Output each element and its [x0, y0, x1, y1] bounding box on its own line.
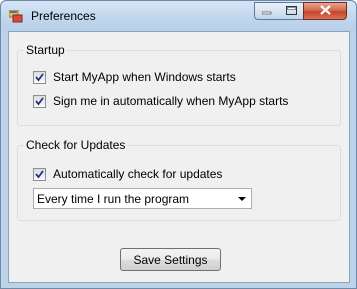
auto-sign-in-label[interactable]: Sign me in automatically when MyApp star…	[53, 94, 288, 108]
auto-sign-in-checkbox[interactable]	[33, 94, 46, 108]
app-window-icon	[8, 9, 23, 23]
auto-check-updates-option[interactable]: Automatically check for updates	[33, 167, 222, 181]
dialog-content: Startup Start MyApp when Windows starts …	[8, 31, 350, 283]
check-mark-icon	[35, 96, 44, 105]
save-settings-button[interactable]: Save Settings	[120, 248, 221, 271]
startup-group: Startup Start MyApp when Windows starts …	[17, 43, 341, 126]
minimize-icon	[261, 4, 272, 18]
update-frequency-value: Every time I run the program	[37, 192, 190, 206]
close-icon	[319, 4, 331, 18]
start-with-windows-checkbox[interactable]	[33, 70, 46, 84]
minimize-button[interactable]	[254, 2, 280, 20]
check-mark-icon	[35, 169, 44, 178]
chevron-down-icon[interactable]	[238, 197, 246, 201]
updates-legend: Check for Updates	[24, 138, 128, 152]
close-button[interactable]	[303, 2, 347, 20]
maximize-icon	[285, 4, 297, 18]
startup-legend: Startup	[24, 43, 67, 57]
start-with-windows-label[interactable]: Start MyApp when Windows starts	[53, 70, 236, 84]
window-title: Preferences	[31, 9, 96, 23]
maximize-button[interactable]	[279, 2, 304, 20]
start-with-windows-option[interactable]: Start MyApp when Windows starts	[33, 70, 236, 84]
preferences-window: Preferences Startup Start MyApp when Win…	[0, 0, 357, 289]
update-frequency-select[interactable]: Every time I run the program	[33, 188, 252, 209]
check-mark-icon	[35, 72, 44, 81]
auto-sign-in-option[interactable]: Sign me in automatically when MyApp star…	[33, 94, 288, 108]
updates-group: Check for Updates Automatically check fo…	[17, 138, 341, 221]
auto-check-updates-label[interactable]: Automatically check for updates	[53, 167, 222, 181]
title-bar[interactable]: Preferences	[1, 1, 356, 31]
auto-check-updates-checkbox[interactable]	[33, 167, 46, 181]
